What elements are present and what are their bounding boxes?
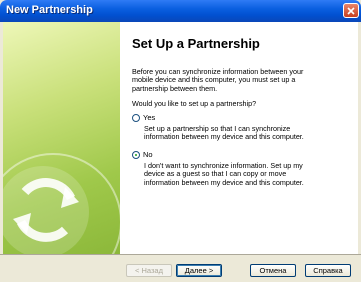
no-description: I don't want to synchronize information.… [144,161,304,187]
radio-option-yes[interactable]: Yes [132,113,155,122]
close-button[interactable] [343,3,359,18]
yes-description: Set up a partnership so that I can synch… [144,124,304,142]
back-button[interactable]: < Назад [126,264,172,277]
radio-label-yes[interactable]: Yes [143,113,155,122]
radio-button-no[interactable] [132,150,140,159]
radio-button-yes[interactable] [132,113,140,122]
radio-label-no[interactable]: No [143,150,153,159]
question-text: Would you like to set up a partnership? [132,99,257,108]
next-button[interactable]: Далее > [176,264,222,277]
intro-text: Before you can synchronize information b… [132,67,304,93]
new-partnership-dialog: New Partnership Set Up a Partnership Bef… [0,0,361,282]
wizard-side-banner [3,22,120,254]
help-button[interactable]: Справка [305,264,351,277]
title-bar: New Partnership [0,0,361,22]
wizard-content: Set Up a Partnership Before you can sync… [120,22,358,254]
window-title: New Partnership [6,4,93,16]
cancel-button[interactable]: Отмена [250,264,296,277]
page-title: Set Up a Partnership [132,36,260,51]
button-bar: < Назад Далее > Отмена Справка [0,254,361,282]
radio-option-no[interactable]: No [132,150,153,159]
sync-arrows-icon [3,153,120,254]
